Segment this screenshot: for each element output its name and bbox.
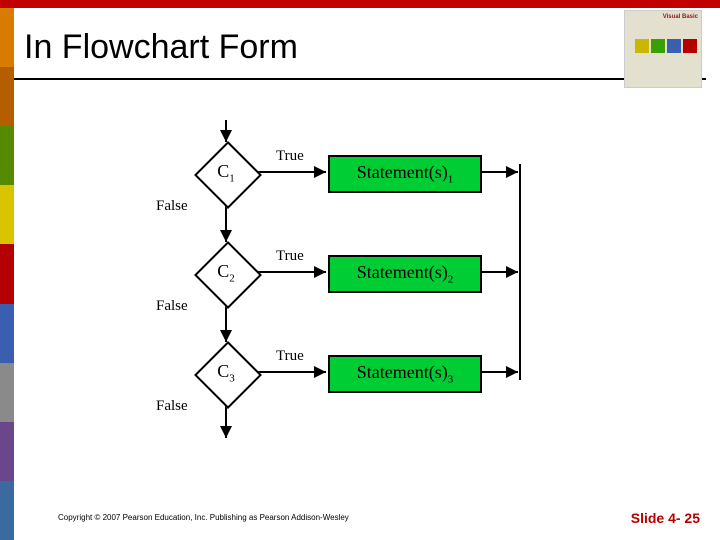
cond-text: C3	[217, 361, 235, 385]
stmt-text: Statement(s)3	[357, 362, 453, 386]
statement-3: Statement(s)3	[328, 355, 482, 393]
decision-c2-label: C2	[195, 242, 257, 304]
decision-c1-label: C1	[195, 142, 257, 204]
spine-segment	[0, 422, 14, 481]
stmt-text: Statement(s)1	[357, 162, 453, 186]
stmt-text: Statement(s)2	[357, 262, 453, 286]
decision-c3: C3	[195, 342, 257, 404]
logo-block	[683, 39, 697, 53]
spine-segment	[0, 304, 14, 363]
spine-segment	[0, 67, 14, 126]
decision-c2: C2	[195, 242, 257, 304]
slide-number: Slide 4- 25	[631, 510, 700, 526]
copyright-text: Copyright © 2007 Pearson Education, Inc.…	[58, 513, 349, 522]
book-logo: Visual Basic	[624, 10, 702, 88]
page-title: In Flowchart Form	[24, 28, 298, 67]
logo-block	[651, 39, 665, 53]
spine-segment	[0, 481, 14, 540]
false-label-3: False	[156, 398, 188, 415]
book-logo-brand: Visual Basic	[663, 14, 698, 20]
cond-text: C1	[217, 161, 235, 185]
flowchart: C1 True False Statement(s)1 C2 True Fals…	[120, 120, 600, 480]
decision-c1: C1	[195, 142, 257, 204]
statement-1: Statement(s)1	[328, 155, 482, 193]
left-color-spine	[0, 8, 14, 540]
decision-c3-label: C3	[195, 342, 257, 404]
logo-block	[635, 39, 649, 53]
cond-text: C2	[217, 261, 235, 285]
spine-segment	[0, 126, 14, 185]
spine-segment	[0, 244, 14, 303]
spine-segment	[0, 8, 14, 67]
spine-segment	[0, 363, 14, 422]
true-label-2: True	[276, 248, 304, 265]
spine-segment	[0, 185, 14, 244]
logo-block	[667, 39, 681, 53]
false-label-2: False	[156, 298, 188, 315]
false-label-1: False	[156, 198, 188, 215]
top-accent-bar	[0, 0, 720, 8]
statement-2: Statement(s)2	[328, 255, 482, 293]
merge-line	[519, 164, 521, 380]
true-label-3: True	[276, 348, 304, 365]
true-label-1: True	[276, 148, 304, 165]
title-underline	[14, 78, 706, 80]
book-logo-blocks	[634, 38, 698, 59]
